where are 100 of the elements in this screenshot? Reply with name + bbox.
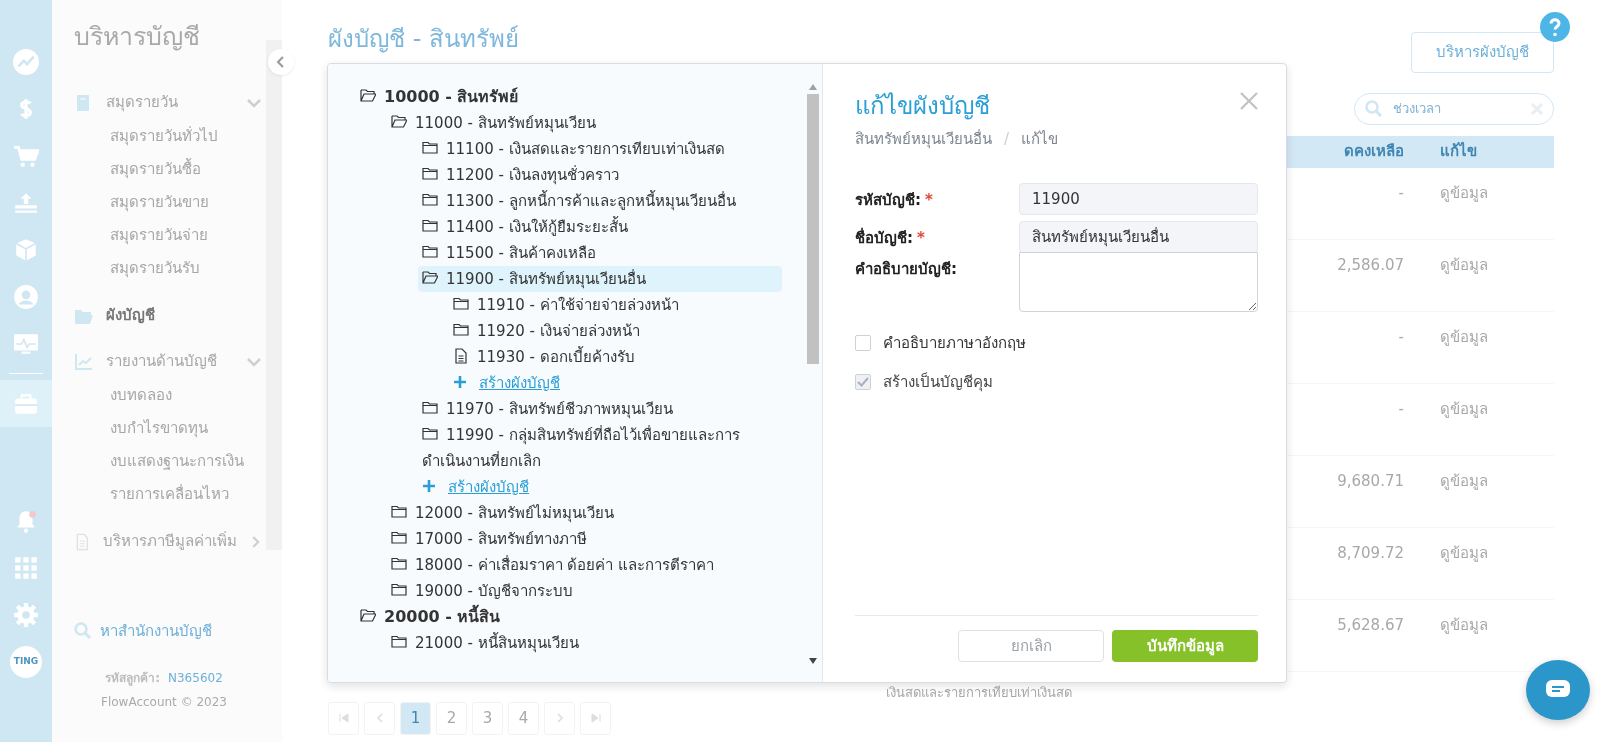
cancel-button[interactable]: ยกเลิก bbox=[958, 630, 1104, 662]
table-cell-text: 5,628.67 bbox=[1336, 614, 1404, 636]
open-folder-icon bbox=[422, 270, 438, 286]
table-cell-text: - bbox=[1397, 182, 1404, 204]
help-icon[interactable] bbox=[1540, 12, 1570, 42]
view-link[interactable]: ดูข้อมูล bbox=[1404, 239, 1554, 311]
sidebar-subitem[interactable]: สมุดรายวันรับ bbox=[74, 251, 249, 285]
sidebar-subitem[interactable]: สมุดรายวันซื้อ bbox=[74, 152, 249, 186]
sidebar-subitem[interactable]: สมุดรายวันขาย bbox=[74, 185, 249, 219]
folder-icon bbox=[391, 634, 407, 650]
tree-item[interactable]: 11910 - ค่าใช้จ่ายจ่ายล่วงหน้า bbox=[449, 292, 782, 318]
tree-item[interactable]: 11400 - เงินให้กู้ยืมระยะสั้น bbox=[418, 214, 782, 240]
field-label: ชื่อบัญชี: * bbox=[855, 226, 926, 249]
view-link[interactable]: ดูข้อมูล bbox=[1404, 599, 1554, 671]
folder-icon bbox=[391, 582, 407, 598]
scrollbar[interactable] bbox=[266, 40, 282, 550]
sidebar-subitem[interactable]: รายการเคลื่อนไหว bbox=[74, 477, 249, 511]
last-page-button[interactable] bbox=[580, 701, 611, 735]
sidebar-item[interactable]: บริหารภาษีมูลค่าเพิ่ม bbox=[74, 524, 262, 559]
description-field[interactable] bbox=[1019, 251, 1258, 312]
tree-item[interactable]: 11200 - เงินลงทุนชั่วคราว bbox=[418, 162, 782, 188]
tree-item[interactable]: 11100 - เงินสดและรายการเทียบเท่าเงินสด bbox=[418, 136, 782, 162]
tree-item[interactable]: 10000 - สินทรัพย์ bbox=[356, 84, 782, 110]
next-page-icon bbox=[554, 713, 565, 723]
page-button[interactable]: 3 bbox=[472, 701, 503, 735]
input-field[interactable]: สินทรัพย์หมุนเวียนอื่น bbox=[1019, 220, 1258, 253]
find-office-link[interactable]: หาสำนักงานบัญชี bbox=[100, 620, 212, 643]
tree-item[interactable]: 11500 - สินค้าคงเหลือ bbox=[418, 240, 782, 266]
tree-item[interactable]: 12000 - สินทรัพย์ไม่หมุนเวียน bbox=[387, 500, 782, 526]
folder-icon bbox=[422, 192, 438, 208]
sidebar-item[interactable]: สมุดรายวัน bbox=[74, 85, 262, 120]
chevron-left-icon bbox=[276, 56, 286, 68]
table-cell-text: - bbox=[1397, 326, 1404, 348]
previous-page-icon bbox=[374, 713, 385, 723]
search-input[interactable]: ช่วงเวลา bbox=[1391, 97, 1523, 120]
manage-chart-button[interactable]: บริหารผังบัญชี bbox=[1411, 32, 1554, 73]
folder-icon bbox=[422, 166, 438, 182]
customer-id: N365602 bbox=[168, 669, 223, 687]
tree-item[interactable]: 20000 - หนี้สิน bbox=[356, 604, 782, 630]
folder-icon bbox=[391, 530, 407, 546]
avatar[interactable]: TING bbox=[10, 646, 42, 678]
input-field[interactable]: 11900 bbox=[1019, 182, 1258, 215]
tree-item[interactable]: 11920 - เงินจ่ายล่วงหน้า bbox=[449, 318, 782, 344]
sidebar-title: บริหารบัญชี bbox=[74, 21, 201, 53]
breadcrumb-item: แก้ไข bbox=[1021, 129, 1059, 150]
tree-item[interactable]: 11930 - ดอกเบี้ยค้างรับ bbox=[449, 344, 782, 370]
next-page-button[interactable] bbox=[544, 701, 575, 735]
open-folder-icon bbox=[360, 608, 376, 624]
plus-icon bbox=[453, 375, 467, 389]
sidebar-subitem[interactable]: งบกำไรขาดทุน bbox=[74, 411, 249, 445]
collapse-button[interactable] bbox=[268, 49, 294, 75]
page-button[interactable]: 4 bbox=[508, 701, 539, 735]
page-button[interactable]: 2 bbox=[436, 701, 467, 735]
save-button[interactable]: บันทึกข้อมูล bbox=[1112, 630, 1258, 662]
chat-button[interactable] bbox=[1526, 660, 1590, 720]
table-cell-text: 8,709.72 bbox=[1336, 542, 1404, 564]
sidebar-subitem[interactable]: สมุดรายวันจ่าย bbox=[74, 218, 249, 252]
chart-icon bbox=[74, 351, 94, 372]
tree-item[interactable]: 11990 - กลุ่มสินทรัพย์ที่ถือไว้เพื่อขายและการดำเนินงานที่ยกเลิก bbox=[418, 422, 782, 474]
tree-item[interactable]: 19000 - บัญชีจากระบบ bbox=[387, 578, 782, 604]
document-icon bbox=[453, 348, 469, 364]
tree-item[interactable]: 17000 - สินทรัพย์ทางภาษี bbox=[387, 526, 782, 552]
view-link[interactable]: ดูข้อมูล bbox=[1404, 455, 1554, 527]
tree-item[interactable]: 11000 - สินทรัพย์หมุนเวียน bbox=[387, 110, 782, 136]
rail-item[interactable] bbox=[0, 380, 52, 427]
page-button[interactable]: 1 bbox=[400, 701, 431, 735]
view-link[interactable]: ดูข้อมูล bbox=[1404, 527, 1554, 599]
table-cell: เงินสดและรายการเทียบเท่าเงินสด bbox=[886, 683, 1072, 702]
create-account-link[interactable]: สร้างผังบัญชี bbox=[449, 370, 782, 396]
first-page-icon bbox=[338, 713, 349, 723]
first-page-button[interactable] bbox=[328, 701, 359, 735]
sidebar-subitem[interactable]: งบทดลอง bbox=[74, 378, 249, 412]
tree-item[interactable]: 21000 - หนี้สินหมุนเวียน bbox=[387, 630, 782, 656]
tree-item[interactable]: 11970 - สินทรัพย์ชีวภาพหมุนเวียน bbox=[418, 396, 782, 422]
tree-item[interactable]: 11300 - ลูกหนี้การค้าและลูกหนี้หมุนเวียนอื่น bbox=[418, 188, 782, 214]
folder-icon bbox=[422, 244, 438, 260]
table-cell-text: - bbox=[1397, 398, 1404, 420]
table-cell-text: 2,586.07 bbox=[1336, 254, 1404, 276]
view-link[interactable]: ดูข้อมูล bbox=[1404, 311, 1554, 383]
view-link[interactable]: ดูข้อมูล bbox=[1404, 167, 1554, 239]
last-page-icon bbox=[590, 713, 601, 723]
sidebar-item[interactable]: ผังบัญชี bbox=[74, 298, 262, 333]
create-account-link[interactable]: สร้างผังบัญชี bbox=[418, 474, 782, 500]
search-icon bbox=[1365, 99, 1383, 118]
sidebar-subitem[interactable]: สมุดรายวันทั่วไป bbox=[74, 119, 249, 153]
scroll-down-icon bbox=[809, 658, 817, 664]
scrollbar[interactable] bbox=[806, 84, 820, 664]
field-label: คำอธิบายบัญชี: bbox=[855, 258, 958, 280]
tree-item[interactable]: 18000 - ค่าเสื่อมราคา ด้อยค่า และการตีราคา bbox=[387, 552, 782, 578]
previous-page-button[interactable] bbox=[364, 701, 395, 735]
copyright: FlowAccount © 2023 bbox=[100, 693, 228, 711]
sidebar-subitem[interactable]: งบแสดงฐานะการเงิน bbox=[74, 444, 249, 478]
breadcrumb-item[interactable]: สินทรัพย์หมุนเวียนอื่น bbox=[855, 128, 992, 151]
folder-icon bbox=[453, 296, 469, 312]
scroll-up-icon bbox=[809, 84, 817, 90]
checkbox[interactable] bbox=[855, 334, 871, 351]
sidebar-item[interactable]: รายงานด้านบัญชี bbox=[74, 344, 262, 379]
view-link[interactable]: ดูข้อมูล bbox=[1404, 383, 1554, 455]
tree-item[interactable]: 11900 - สินทรัพย์หมุนเวียนอื่น bbox=[418, 266, 782, 292]
column-header: แก้ไข bbox=[1439, 140, 1478, 163]
